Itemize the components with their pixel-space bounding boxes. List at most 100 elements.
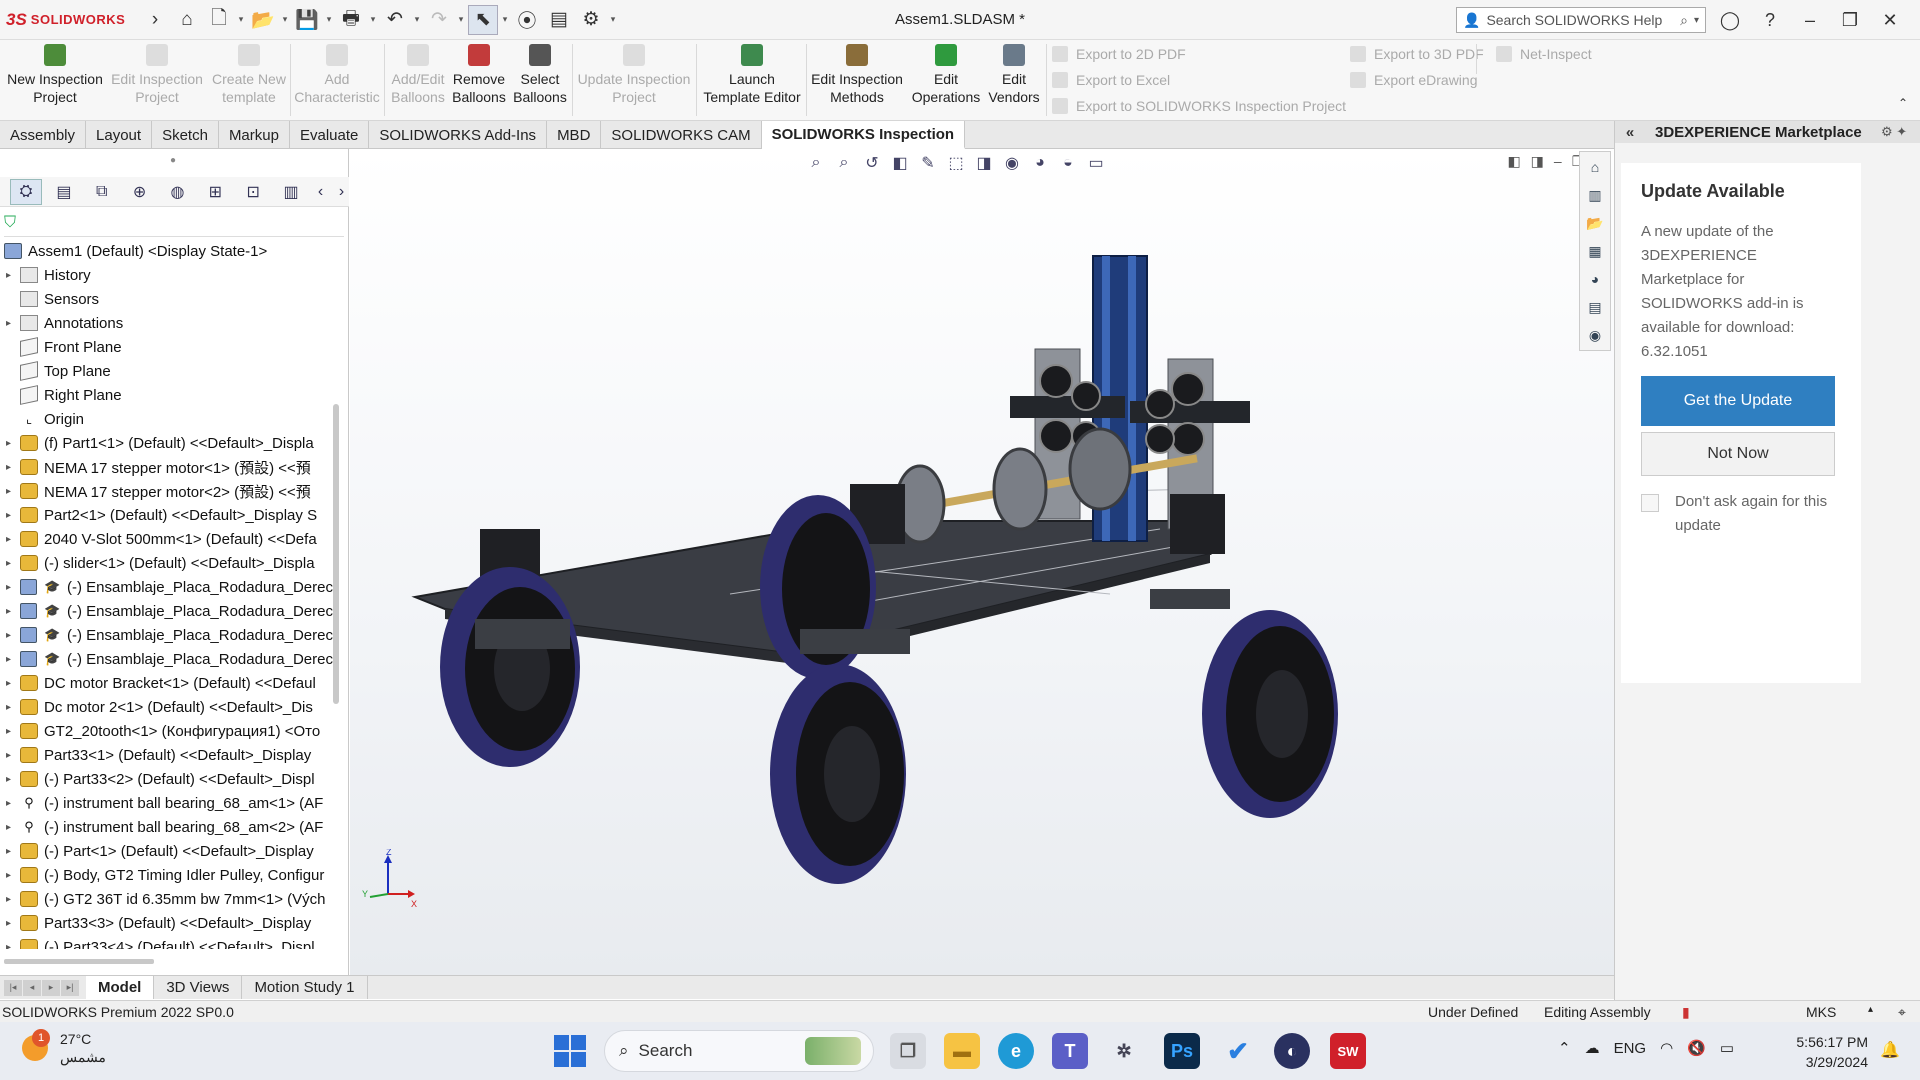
- save-icon[interactable]: 💾: [292, 5, 322, 35]
- tree-item[interactable]: ▸ Part33<3> (Default) <<Default>_Display: [0, 911, 333, 935]
- solidworks-taskbar-icon[interactable]: SW: [1330, 1033, 1366, 1069]
- notification-bell-icon[interactable]: 🔔: [1880, 1040, 1900, 1060]
- display-manager-icon[interactable]: ◍: [162, 179, 194, 205]
- expand-arrow-icon[interactable]: ▸: [6, 942, 16, 950]
- tree-item[interactable]: ▸ Annotations: [0, 311, 333, 335]
- tree-root[interactable]: Assem1 (Default) <Display State-1>: [0, 239, 333, 263]
- property-manager-icon[interactable]: ▤: [48, 179, 80, 205]
- edit-inspection-methods-button[interactable]: Edit Inspection Methods: [810, 44, 904, 106]
- taskbar-search[interactable]: ⌕ Search: [604, 1030, 874, 1072]
- open-folder-icon[interactable]: 📂: [248, 5, 278, 35]
- traffic-light-icon[interactable]: ⦿: [512, 5, 542, 35]
- tab-evaluate[interactable]: Evaluate: [290, 121, 370, 149]
- network-tool-icon[interactable]: ✲: [1106, 1033, 1142, 1069]
- expand-arrow-icon[interactable]: ▸: [6, 318, 16, 329]
- tab-sketch[interactable]: Sketch: [152, 121, 219, 149]
- panel-grip-icon[interactable]: ●: [170, 155, 176, 166]
- not-now-button[interactable]: Not Now: [1641, 432, 1835, 476]
- tree-item[interactable]: ▸ Part2<1> (Default) <<Default>_Display S: [0, 503, 333, 527]
- volume-muted-icon[interactable]: 🔇: [1687, 1039, 1706, 1057]
- tree-item[interactable]: ▸ GT2_20tooth<1> (Конфигурация1) <Ото: [0, 719, 333, 743]
- expand-arrow-icon[interactable]: ▸: [6, 678, 16, 689]
- launch-template-editor-button[interactable]: Launch Template Editor: [700, 44, 804, 106]
- expand-arrow-icon[interactable]: ▸: [6, 870, 16, 881]
- start-button[interactable]: [554, 1035, 586, 1067]
- edit-vendors-button[interactable]: Edit Vendors: [986, 44, 1042, 106]
- eclipse-icon[interactable]: ◐: [1274, 1033, 1310, 1069]
- export-edrawing-button[interactable]: Export eDrawing: [1350, 72, 1478, 88]
- todo-icon[interactable]: ✔: [1220, 1033, 1256, 1069]
- marketplace-globe-icon[interactable]: ◉: [1584, 324, 1606, 346]
- expand-arrow-icon[interactable]: ▸: [6, 798, 16, 809]
- select-cursor-icon[interactable]: ⬉: [468, 4, 498, 35]
- tree-item[interactable]: ▸ NEMA 17 stepper motor<1> (預設) <<預: [0, 455, 333, 479]
- chevron-down-icon[interactable]: ▾: [368, 14, 378, 25]
- minimize-icon[interactable]: –: [1790, 4, 1830, 36]
- restore-icon[interactable]: ❐: [1830, 4, 1870, 36]
- tab-solidworks-cam[interactable]: SOLIDWORKS CAM: [601, 121, 762, 149]
- home-icon[interactable]: ⌂: [1584, 156, 1606, 178]
- tree-horizontal-scrollbar[interactable]: [4, 959, 154, 964]
- graphics-area[interactable]: ⌕ ⌕ ↺ ◧ ✎ ⬚ ◨ ◉ ◕ ◒ ▭ ◧ ◨ – ❐ ✕: [350, 149, 1614, 975]
- tree-scrollbar[interactable]: [333, 404, 339, 704]
- chevron-down-icon[interactable]: ▾: [608, 14, 618, 25]
- export-3d-pdf-button[interactable]: Export to 3D PDF: [1350, 46, 1484, 62]
- tree-item[interactable]: ▸ (f) Part1<1> (Default) <<Default>_Displ…: [0, 431, 333, 455]
- tree-item[interactable]: ▸ 🎓 (-) Ensamblaje_Placa_Rodadura_Derec: [0, 623, 333, 647]
- battery-icon[interactable]: ▭: [1720, 1039, 1734, 1057]
- export-sw-inspection-button[interactable]: Export to SOLIDWORKS Inspection Project: [1052, 98, 1346, 114]
- view-palette-icon[interactable]: ▦: [1584, 240, 1606, 262]
- chevron-left-icon[interactable]: ‹: [313, 179, 328, 205]
- file-properties-icon[interactable]: ▤: [544, 5, 574, 35]
- select-balloons-button[interactable]: Select Balloons: [512, 44, 568, 106]
- previous-tab-icon[interactable]: ◂: [23, 979, 41, 996]
- tree-item[interactable]: ⌞ Origin: [0, 407, 333, 431]
- expand-arrow-icon[interactable]: ▸: [6, 438, 16, 449]
- tab-model[interactable]: Model: [86, 976, 155, 999]
- new-document-icon[interactable]: 🗋: [204, 5, 234, 35]
- first-tab-icon[interactable]: |◂: [4, 979, 22, 996]
- undo-icon[interactable]: ↶: [380, 5, 410, 35]
- appearances-icon[interactable]: ◕: [1584, 268, 1606, 290]
- custom-properties-icon[interactable]: ▤: [1584, 296, 1606, 318]
- tags-icon[interactable]: ⌖: [1898, 1004, 1906, 1021]
- tree-item[interactable]: ▸ History: [0, 263, 333, 287]
- dont-ask-again-checkbox[interactable]: Don't ask again for this update: [1641, 490, 1831, 538]
- export-excel-button[interactable]: Export to Excel: [1052, 72, 1170, 88]
- redo-icon[interactable]: ↷: [424, 5, 454, 35]
- expand-arrow-icon[interactable]: ▸: [6, 918, 16, 929]
- tree-item[interactable]: ▸ 🎓 (-) Ensamblaje_Placa_Rodadura_Derec: [0, 647, 333, 671]
- tree-item[interactable]: ▸ 🎓 (-) Ensamblaje_Placa_Rodadura_Derec: [0, 575, 333, 599]
- expand-arrow-icon[interactable]: ▸: [6, 630, 16, 641]
- tree-item[interactable]: ▸ (-) Body, GT2 Timing Idler Pulley, Conf…: [0, 863, 333, 887]
- tab-3d-views[interactable]: 3D Views: [154, 976, 243, 999]
- collapse-ribbon-icon[interactable]: ⌃: [1898, 96, 1908, 110]
- tree-item[interactable]: ▸ ⚲ (-) instrument ball bearing_68_am<2> (…: [0, 815, 333, 839]
- chevron-down-icon[interactable]: ▾: [456, 14, 466, 25]
- tree-item[interactable]: ▸ 🎓 (-) Ensamblaje_Placa_Rodadura_Derec: [0, 599, 333, 623]
- expand-arrow-icon[interactable]: ▸: [6, 582, 16, 593]
- chevron-down-icon[interactable]: ▾: [1694, 15, 1699, 26]
- design-library-icon[interactable]: ▥: [1584, 184, 1606, 206]
- unit-system[interactable]: MKS: [1806, 1004, 1836, 1020]
- tree-item[interactable]: Top Plane: [0, 359, 333, 383]
- close-icon[interactable]: ✕: [1870, 4, 1910, 36]
- expand-arrow-icon[interactable]: ▸: [6, 462, 16, 473]
- tab-markup[interactable]: Markup: [219, 121, 290, 149]
- expand-arrow-icon[interactable]: ▸: [6, 558, 16, 569]
- weather-widget[interactable]: 1 27°C مشمس: [22, 1029, 106, 1066]
- chevron-up-icon[interactable]: ⌃: [1558, 1039, 1571, 1057]
- expand-arrow-icon[interactable]: ▸: [6, 846, 16, 857]
- expand-arrow-icon[interactable]: ▸: [6, 270, 16, 281]
- expand-arrow-icon[interactable]: ▸: [6, 654, 16, 665]
- collapse-pane-icon[interactable]: «: [1615, 124, 1645, 141]
- new-inspection-project-button[interactable]: New Inspection Project: [6, 44, 104, 106]
- dimxpert-icon[interactable]: ⊕: [124, 179, 156, 205]
- edit-inspection-project-button[interactable]: Edit Inspection Project: [110, 44, 204, 106]
- tree-item[interactable]: ▸ (-) Part33<2> (Default) <<Default>_Disp…: [0, 767, 333, 791]
- rebuild-icon[interactable]: ▮: [1682, 1004, 1690, 1021]
- expand-arrow-icon[interactable]: ▸: [6, 606, 16, 617]
- photoshop-icon[interactable]: Ps: [1164, 1033, 1200, 1069]
- tab-solidworks-addins[interactable]: SOLIDWORKS Add-Ins: [369, 121, 548, 149]
- chevron-right-icon[interactable]: ›: [334, 179, 349, 205]
